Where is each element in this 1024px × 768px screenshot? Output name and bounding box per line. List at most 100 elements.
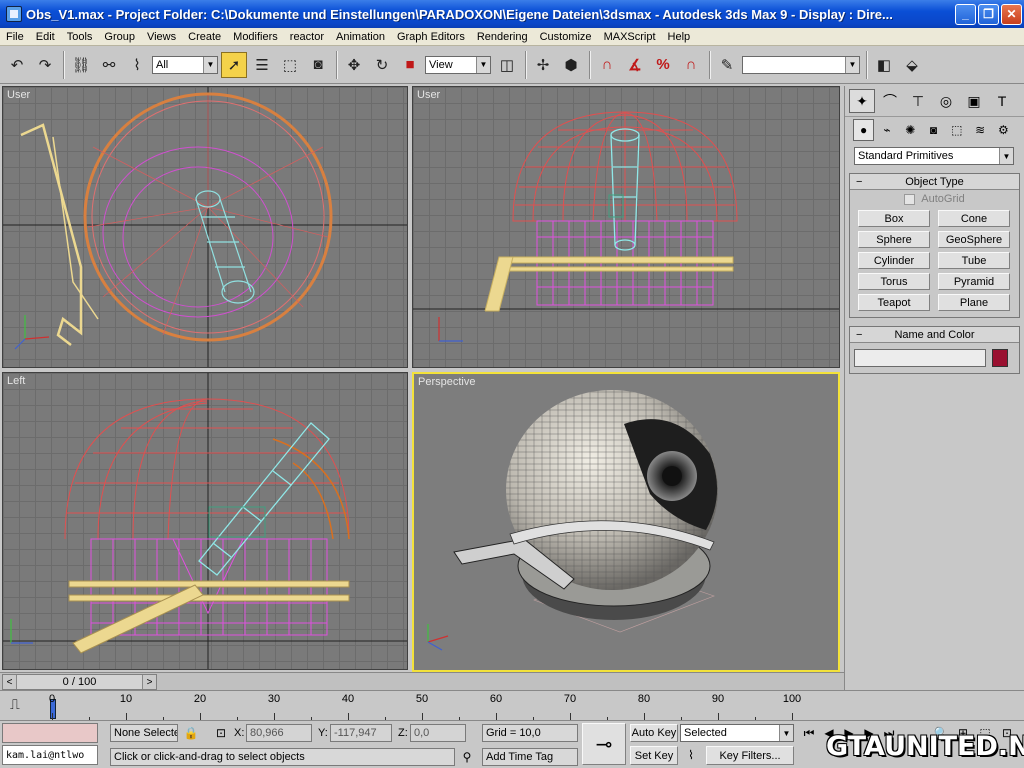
- unlink-icon[interactable]: ⚯: [96, 52, 122, 78]
- geosphere-button[interactable]: GeoSphere: [938, 231, 1010, 248]
- viewport-top-left[interactable]: User: [2, 86, 408, 368]
- teapot-button[interactable]: Teapot: [858, 294, 930, 311]
- key-mode-icon[interactable]: ⊸: [582, 723, 626, 765]
- select-and-link-icon[interactable]: ⛓: [68, 52, 94, 78]
- default-tangent-icon[interactable]: ⌇: [680, 746, 702, 764]
- viewport-top-right[interactable]: User: [412, 86, 840, 368]
- select-by-name-icon[interactable]: ☰: [249, 52, 275, 78]
- set-key-button[interactable]: Set Key: [630, 746, 678, 765]
- menu-modifiers[interactable]: Modifiers: [227, 31, 284, 43]
- object-name-input[interactable]: [854, 349, 986, 367]
- reference-coordinate-dropdown[interactable]: View ▼: [425, 55, 491, 74]
- select-and-move-icon[interactable]: ✥: [341, 52, 367, 78]
- helpers-icon[interactable]: ⬚: [946, 119, 967, 141]
- modify-tab-icon[interactable]: ⌒: [877, 89, 903, 113]
- select-and-rotate-icon[interactable]: ↻: [369, 52, 395, 78]
- chevron-down-icon: ▼: [999, 148, 1013, 164]
- y-coordinate-field[interactable]: -117,947: [330, 724, 392, 742]
- space-warps-icon[interactable]: ≋: [969, 119, 990, 141]
- go-to-start-icon[interactable]: ⏮: [798, 724, 820, 742]
- minimize-button[interactable]: _: [955, 3, 976, 25]
- lights-icon[interactable]: ✺: [900, 119, 921, 141]
- object-color-swatch[interactable]: [992, 349, 1008, 367]
- maxscript-mini-listener[interactable]: kam.lai@ntlwo: [2, 745, 98, 765]
- viewport-perspective[interactable]: Perspective: [412, 372, 840, 672]
- select-and-scale-icon[interactable]: ■: [397, 52, 423, 78]
- selection-filter-dropdown[interactable]: All ▼: [152, 55, 218, 74]
- curve-editor-icon[interactable]: ⎍: [10, 696, 20, 713]
- motion-tab-icon[interactable]: ◎: [933, 89, 959, 113]
- add-time-tag-button[interactable]: Add Time Tag: [482, 748, 578, 766]
- systems-icon[interactable]: ⚙: [993, 119, 1014, 141]
- time-slider[interactable]: < 0 / 100 >: [2, 674, 157, 690]
- viewport-label[interactable]: User: [7, 89, 30, 101]
- cameras-icon[interactable]: ◙: [923, 119, 944, 141]
- x-coordinate-field[interactable]: 80,966: [246, 724, 312, 742]
- window-crossing-icon[interactable]: ◙: [305, 52, 331, 78]
- pyramid-button[interactable]: Pyramid: [938, 273, 1010, 290]
- primitive-category-dropdown[interactable]: Standard Primitives ▼: [854, 147, 1014, 165]
- shapes-icon[interactable]: ⌁: [876, 119, 897, 141]
- menu-create[interactable]: Create: [182, 31, 227, 43]
- cone-button[interactable]: Cone: [938, 210, 1010, 227]
- key-filters-button[interactable]: Key Filters...: [706, 746, 794, 765]
- create-tab-icon[interactable]: ✦: [849, 89, 875, 113]
- chevron-left-icon[interactable]: <: [3, 675, 17, 689]
- utilities-tab-icon[interactable]: T: [989, 89, 1015, 113]
- z-coordinate-field[interactable]: 0,0: [410, 724, 466, 742]
- menu-animation[interactable]: Animation: [330, 31, 391, 43]
- keyboard-shortcut-override-icon[interactable]: ⬢: [558, 52, 584, 78]
- torus-button[interactable]: Torus: [858, 273, 930, 290]
- menu-edit[interactable]: Edit: [30, 31, 61, 43]
- menu-rendering[interactable]: Rendering: [471, 31, 534, 43]
- edit-named-selection-icon[interactable]: ✎: [714, 52, 740, 78]
- menu-graph-editors[interactable]: Graph Editors: [391, 31, 471, 43]
- snaps-toggle-icon[interactable]: ∩: [594, 52, 620, 78]
- mirror-icon[interactable]: ◧: [871, 52, 897, 78]
- chevron-right-icon[interactable]: >: [142, 675, 156, 689]
- menu-file[interactable]: File: [0, 31, 30, 43]
- close-button[interactable]: ✕: [1001, 3, 1022, 25]
- autogrid-checkbox[interactable]: AutoGrid: [850, 190, 1019, 208]
- viewport-label[interactable]: Perspective: [418, 376, 475, 388]
- auto-key-button[interactable]: Auto Key: [630, 724, 678, 742]
- lock-selection-icon[interactable]: 🔒: [180, 724, 202, 742]
- select-object-icon[interactable]: ➚: [221, 51, 247, 78]
- bind-space-warp-icon[interactable]: ⌇: [124, 52, 150, 78]
- angle-snap-icon[interactable]: ∡: [622, 52, 648, 78]
- viewport-bottom-left[interactable]: Left: [2, 372, 408, 670]
- key-mode-dropdown[interactable]: Selected ▼: [680, 724, 794, 742]
- name-and-color-header[interactable]: − Name and Color: [850, 327, 1019, 343]
- maximize-button[interactable]: ❐: [978, 3, 999, 25]
- select-and-manipulate-icon[interactable]: ✢: [530, 52, 556, 78]
- pivot-center-icon[interactable]: ◫: [494, 52, 520, 78]
- menu-group[interactable]: Group: [98, 31, 141, 43]
- menu-views[interactable]: Views: [141, 31, 182, 43]
- maxscript-listener-pink[interactable]: [2, 723, 98, 743]
- geometry-icon[interactable]: ●: [853, 119, 875, 141]
- rectangular-selection-icon[interactable]: ⬚: [277, 52, 303, 78]
- menu-help[interactable]: Help: [662, 31, 697, 43]
- cylinder-button[interactable]: Cylinder: [858, 252, 930, 269]
- tube-button[interactable]: Tube: [938, 252, 1010, 269]
- viewport-label[interactable]: Left: [7, 375, 25, 387]
- viewport-label[interactable]: User: [417, 89, 440, 101]
- spinner-snap-icon[interactable]: ∩: [678, 52, 704, 78]
- menu-customize[interactable]: Customize: [534, 31, 598, 43]
- menu-maxscript[interactable]: MAXScript: [598, 31, 662, 43]
- timeline-ruler[interactable]: 0 10 20 30 40 50 60 70 80 90 100: [48, 691, 801, 721]
- redo-icon[interactable]: ↷: [32, 52, 58, 78]
- plane-button[interactable]: Plane: [938, 294, 1010, 311]
- percent-snap-icon[interactable]: %: [650, 52, 676, 78]
- named-selection-dropdown[interactable]: ▼: [742, 55, 860, 74]
- box-button[interactable]: Box: [858, 210, 930, 227]
- menu-reactor[interactable]: reactor: [284, 31, 330, 43]
- menu-tools[interactable]: Tools: [61, 31, 99, 43]
- display-tab-icon[interactable]: ▣: [961, 89, 987, 113]
- object-type-header[interactable]: − Object Type: [850, 174, 1019, 190]
- sphere-button[interactable]: Sphere: [858, 231, 930, 248]
- align-icon[interactable]: ⬙: [899, 52, 925, 78]
- hierarchy-tab-icon[interactable]: ⊤: [905, 89, 931, 113]
- undo-icon[interactable]: ↶: [4, 52, 30, 78]
- absolute-mode-icon[interactable]: ⊡: [210, 724, 232, 742]
